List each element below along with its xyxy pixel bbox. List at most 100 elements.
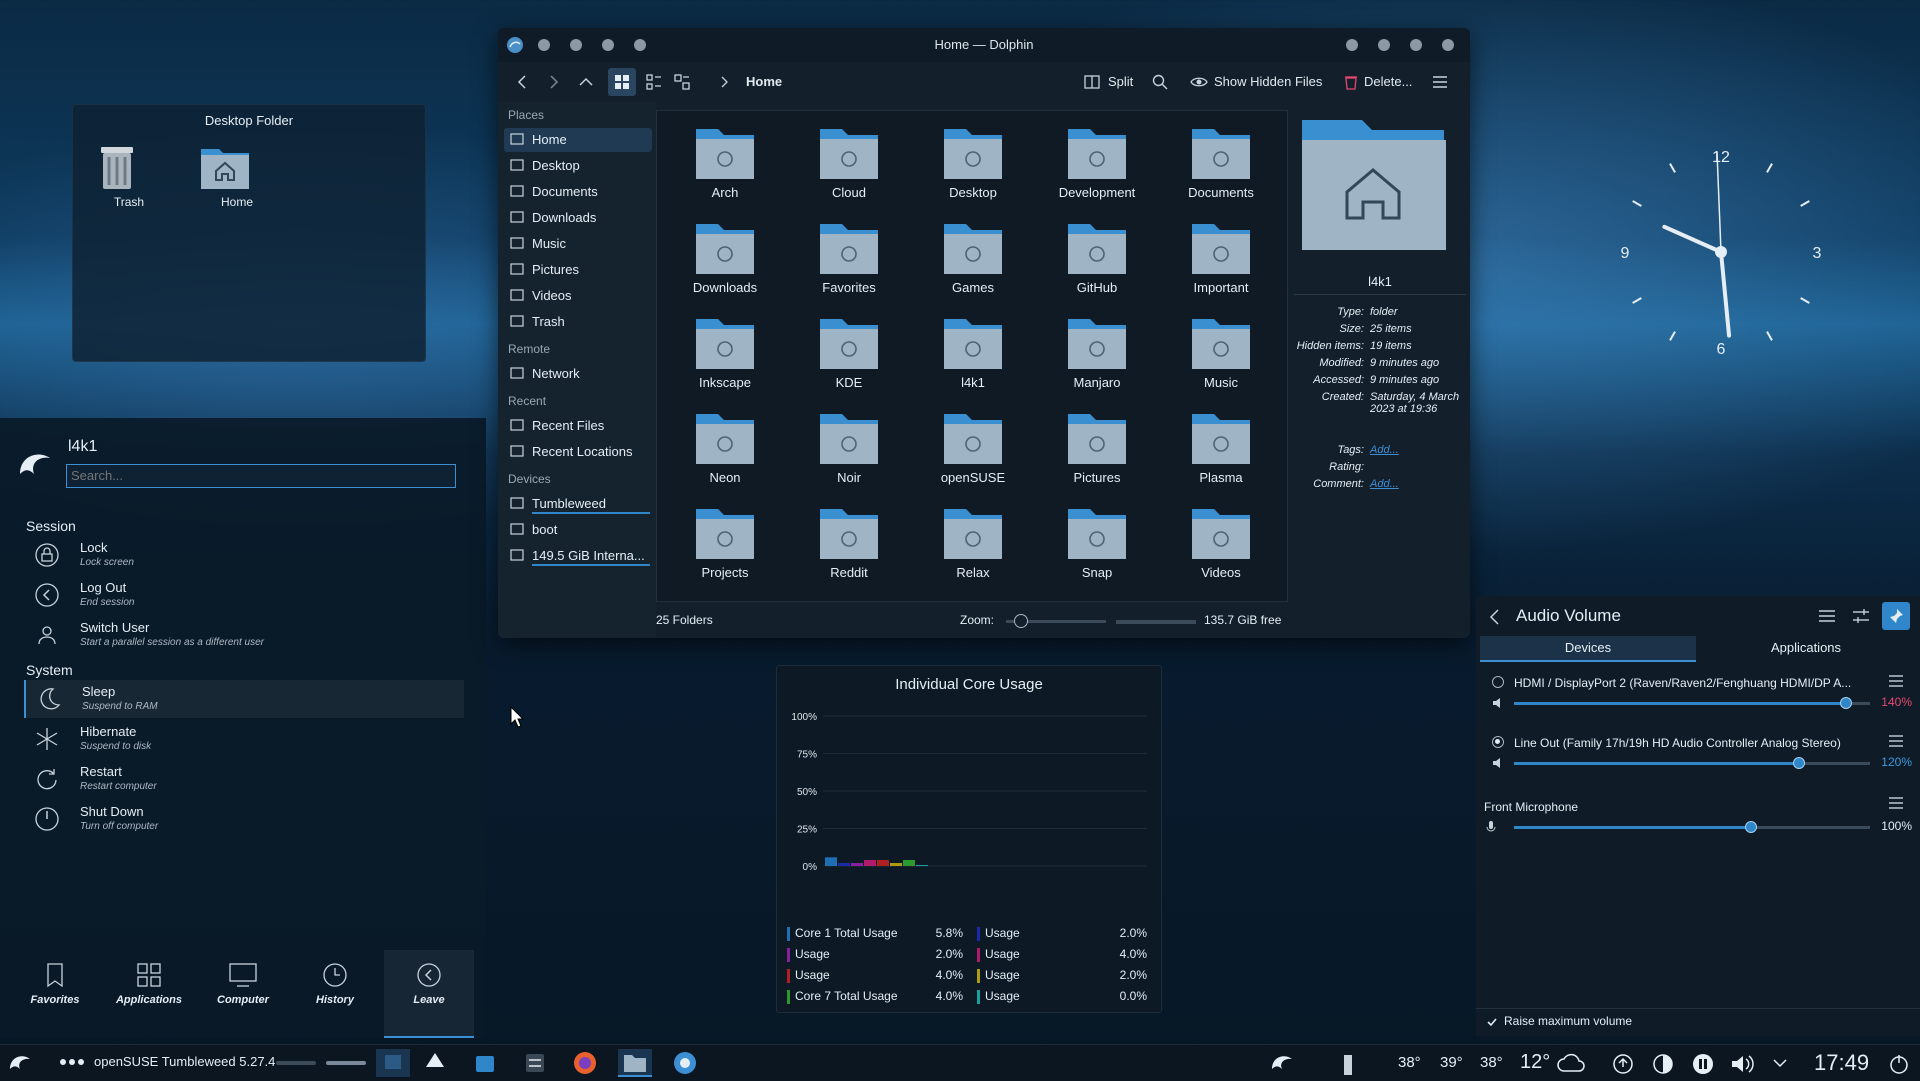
keep-above-button[interactable] — [1410, 39, 1422, 51]
folder-item[interactable]: Cloud — [789, 125, 909, 200]
virtual-desktop-indicator[interactable] — [326, 1061, 366, 1065]
taskbar-app-1[interactable] — [376, 1049, 410, 1077]
tab-history[interactable]: History — [290, 950, 380, 1036]
tab-applications[interactable]: Applications — [1696, 636, 1916, 660]
noir-tray-icon[interactable] — [1268, 1049, 1296, 1077]
leave-item-logout[interactable]: Log Out End session — [24, 576, 462, 614]
checkbox-checked-icon[interactable] — [1486, 1016, 1498, 1028]
places-item[interactable]: 149.5 GiB Interna... — [504, 544, 652, 568]
hamburger-menu-icon[interactable] — [1888, 674, 1904, 688]
places-item[interactable]: Pictures — [504, 258, 652, 282]
compact-view-icon[interactable] — [646, 74, 662, 90]
places-item[interactable]: Documents — [504, 180, 652, 204]
folder-item[interactable]: Important — [1161, 220, 1281, 295]
folder-item[interactable]: Manjaro — [1037, 315, 1157, 390]
tab-computer[interactable]: Computer — [198, 950, 288, 1036]
application-launcher-icon[interactable] — [6, 1049, 34, 1077]
places-item[interactable]: Network — [504, 362, 652, 386]
places-item[interactable]: Videos — [504, 284, 652, 308]
configure-icon[interactable] — [1852, 608, 1870, 624]
speaker-icon[interactable] — [1730, 1053, 1754, 1075]
folder-item[interactable]: Projects — [665, 505, 785, 580]
split-icon[interactable] — [1084, 74, 1100, 90]
folder-item[interactable]: Desktop — [913, 125, 1033, 200]
search-input[interactable] — [66, 464, 456, 488]
minimize-button[interactable] — [1346, 39, 1358, 51]
info-value[interactable]: Add... — [1370, 478, 1462, 490]
back-icon[interactable] — [514, 74, 530, 90]
folder-item[interactable]: Plasma — [1161, 410, 1281, 485]
taskbar-app-dolphin[interactable] — [618, 1049, 652, 1077]
avatar[interactable] — [14, 444, 56, 486]
close-button[interactable] — [1442, 39, 1454, 51]
leave-item-lock[interactable]: Lock Lock screen — [24, 536, 462, 574]
pin-button[interactable] — [1882, 602, 1910, 630]
weather-temp[interactable]: 12° — [1520, 1051, 1550, 1074]
hamburger-menu-icon[interactable] — [1432, 74, 1448, 90]
cpu-meter[interactable] — [1344, 1055, 1352, 1075]
folder-item[interactable]: Videos — [1161, 505, 1281, 580]
leave-item-sleep[interactable]: Sleep Suspend to RAM — [24, 680, 464, 718]
volume-knob[interactable] — [1745, 821, 1758, 833]
split-button[interactable]: Split — [1108, 74, 1133, 89]
details-view-icon[interactable] — [674, 74, 690, 90]
titlebar[interactable]: Home — Dolphin — [498, 28, 1470, 62]
folder-item[interactable]: GitHub — [1037, 220, 1157, 295]
taskbar-clock[interactable]: 17:49 — [1814, 1050, 1869, 1076]
folder-item[interactable]: l4k1 — [913, 315, 1033, 390]
folder-item[interactable]: Arch — [665, 125, 785, 200]
leave-item-shutdown[interactable]: Shut Down Turn off computer — [24, 800, 462, 838]
volume-slider[interactable] — [1514, 757, 1870, 769]
temp-3[interactable]: 38° — [1480, 1054, 1503, 1071]
hamburger-menu-icon[interactable] — [1888, 734, 1904, 748]
raise-max-volume-checkbox[interactable]: Raise maximum volume — [1504, 1014, 1632, 1028]
folder-item[interactable]: openSUSE — [913, 410, 1033, 485]
updates-icon[interactable] — [1612, 1053, 1634, 1075]
delete-button[interactable]: Delete... — [1364, 74, 1412, 89]
folder-item[interactable]: Downloads — [665, 220, 785, 295]
hamburger-menu-icon[interactable] — [1888, 796, 1904, 810]
icons-view-button[interactable] — [608, 68, 636, 96]
taskbar-app-inkscape[interactable] — [418, 1049, 452, 1077]
zoom-knob[interactable] — [1014, 614, 1028, 628]
folder-item[interactable]: Games — [913, 220, 1033, 295]
taskbar-app-firefox[interactable] — [568, 1049, 602, 1077]
volume-slider[interactable] — [1514, 697, 1870, 709]
places-item[interactable]: Downloads — [504, 206, 652, 230]
back-arrow-icon[interactable] — [1488, 608, 1502, 626]
three-dots-icon[interactable] — [60, 1059, 84, 1065]
desktop-item-trash[interactable]: Trash — [89, 139, 169, 209]
hamburger-menu-icon[interactable] — [1818, 608, 1836, 624]
taskbar-app-store[interactable] — [468, 1049, 502, 1077]
power-icon[interactable] — [1888, 1053, 1910, 1075]
places-item[interactable]: Tumbleweed — [504, 492, 652, 516]
folder-item[interactable]: Snap — [1037, 505, 1157, 580]
search-icon[interactable] — [1152, 74, 1168, 90]
folder-item[interactable]: KDE — [789, 315, 909, 390]
default-device-radio[interactable] — [1492, 676, 1504, 688]
places-item[interactable]: Home — [504, 128, 652, 152]
tab-applications[interactable]: Applications — [104, 950, 194, 1036]
media-pause-icon[interactable] — [1692, 1053, 1714, 1075]
tab-favorites[interactable]: Favorites — [10, 950, 100, 1036]
desktop-item-home[interactable]: Home — [197, 139, 277, 209]
places-item[interactable]: Desktop — [504, 154, 652, 178]
breadcrumb[interactable]: Home — [746, 74, 782, 89]
show-hidden-files-button[interactable]: Show Hidden Files — [1214, 74, 1322, 89]
temp-2[interactable]: 39° — [1440, 1054, 1463, 1071]
temp-1[interactable]: 38° — [1398, 1054, 1421, 1071]
places-item[interactable]: Trash — [504, 310, 652, 334]
folder-item[interactable]: Reddit — [789, 505, 909, 580]
places-item[interactable]: boot — [504, 518, 652, 542]
folder-item[interactable]: Noir — [789, 410, 909, 485]
leave-item-restart[interactable]: Restart Restart computer — [24, 760, 462, 798]
speaker-icon[interactable] — [1492, 696, 1506, 710]
volume-knob[interactable] — [1840, 697, 1853, 709]
up-icon[interactable] — [578, 74, 594, 90]
microphone-icon[interactable] — [1484, 820, 1498, 834]
volume-slider[interactable] — [1514, 821, 1870, 833]
leave-item-hibernate[interactable]: Hibernate Suspend to disk — [24, 720, 462, 758]
folder-item[interactable]: Development — [1037, 125, 1157, 200]
night-color-icon[interactable] — [1652, 1053, 1674, 1075]
folder-item[interactable]: Documents — [1161, 125, 1281, 200]
